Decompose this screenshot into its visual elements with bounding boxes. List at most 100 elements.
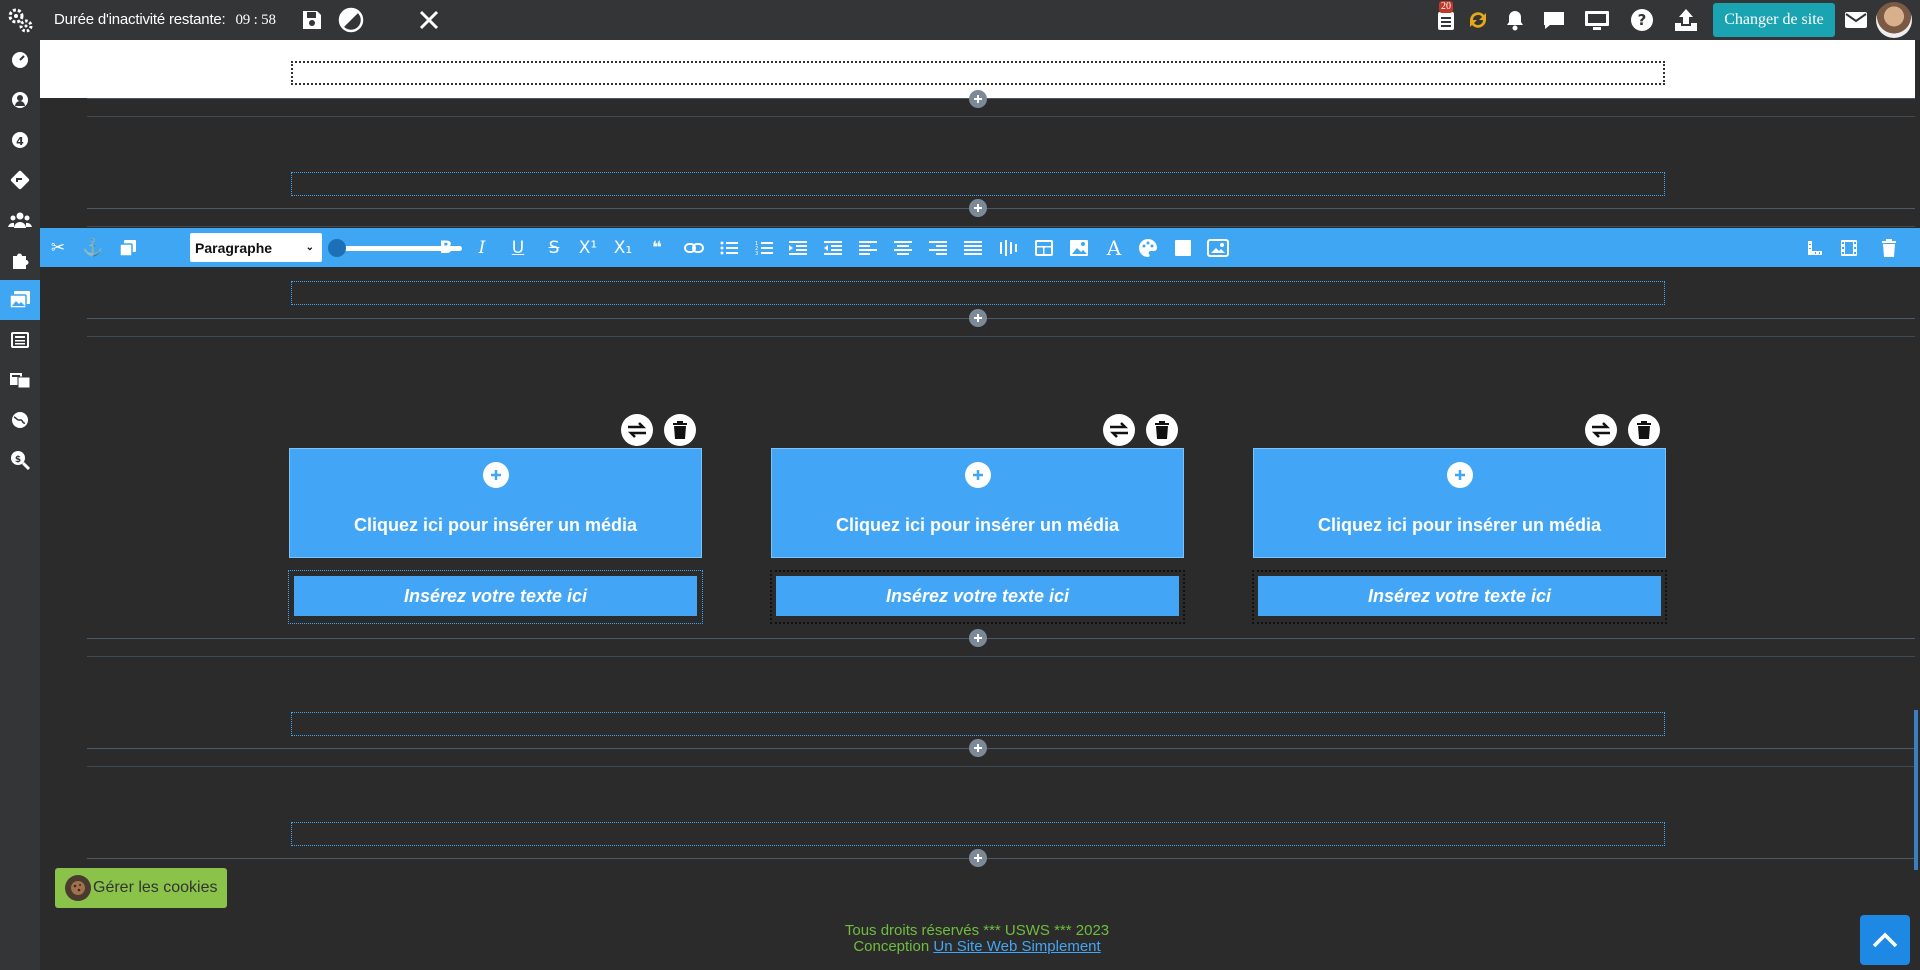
add-section-icon[interactable] xyxy=(969,199,987,217)
add-section-icon[interactable] xyxy=(969,629,987,647)
scroll-to-top-button[interactable] xyxy=(1860,915,1910,965)
text-placeholder[interactable]: Insérez votre texte ici xyxy=(1258,576,1661,616)
text-placeholder[interactable]: Insérez votre texte ici xyxy=(294,576,697,616)
delete-block-icon[interactable] xyxy=(1878,237,1900,259)
superscript-icon[interactable]: X¹ xyxy=(577,237,599,259)
trash-icon[interactable] xyxy=(664,414,696,446)
outdent-icon[interactable] xyxy=(822,237,844,259)
newspaper-icon[interactable] xyxy=(0,320,40,360)
text-zone[interactable]: Insérez votre texte ici xyxy=(288,570,703,624)
puzzle-icon[interactable] xyxy=(0,240,40,280)
film-icon[interactable] xyxy=(1838,237,1860,259)
text-editor-toolbar: ✂ ⚓ Paragraphe ⌄ B I U S X¹ X₁ ❝ 123 A xyxy=(40,228,1920,267)
strikethrough-icon[interactable]: S xyxy=(543,237,565,259)
align-left-icon[interactable] xyxy=(857,237,879,259)
notification-badge: 20 xyxy=(1439,1,1453,13)
italic-icon[interactable]: I xyxy=(471,237,493,259)
editable-zone[interactable] xyxy=(291,281,1665,305)
anchor-icon[interactable]: ⚓ xyxy=(82,237,104,259)
media-label: Cliquez ici pour insérer un média xyxy=(353,515,638,535)
background-color-icon[interactable] xyxy=(1172,237,1194,259)
add-section-icon[interactable] xyxy=(969,309,987,327)
tasks-icon[interactable]: 20 xyxy=(1430,1,1462,36)
align-center-icon[interactable] xyxy=(892,237,914,259)
align-right-icon[interactable] xyxy=(927,237,949,259)
numbered-list-icon[interactable]: 123 xyxy=(753,237,775,259)
ruler-icon[interactable] xyxy=(1804,237,1826,259)
globe-icon[interactable] xyxy=(0,400,40,440)
section-divider xyxy=(87,748,1915,749)
link-icon[interactable] xyxy=(683,237,705,259)
mail-icon[interactable] xyxy=(1840,4,1872,36)
gallery-icon[interactable] xyxy=(1207,237,1229,259)
chevron-down-icon: ⌄ xyxy=(305,242,314,253)
media-label: Cliquez ici pour insérer un média xyxy=(835,515,1120,535)
bullet-list-icon[interactable] xyxy=(718,237,740,259)
footer-conception: Conception Un Site Web Simplement xyxy=(0,938,1920,955)
bold-icon[interactable]: B xyxy=(435,237,457,259)
user-avatar[interactable] xyxy=(1876,2,1912,38)
align-justify-icon[interactable] xyxy=(962,237,984,259)
paragraph-format-value: Paragraphe xyxy=(195,239,273,256)
columns-icon[interactable] xyxy=(997,237,1019,259)
editable-zone[interactable] xyxy=(291,822,1665,846)
change-site-button[interactable]: Changer de site xyxy=(1713,3,1835,37)
editable-zone[interactable] xyxy=(291,172,1665,196)
svg-text:3: 3 xyxy=(755,251,758,256)
paragraph-format-select[interactable]: Paragraphe ⌄ xyxy=(190,233,322,262)
cut-icon[interactable]: ✂ xyxy=(47,237,69,259)
indent-icon[interactable] xyxy=(787,237,809,259)
image-edit-icon[interactable] xyxy=(1068,237,1090,259)
media-placeholder[interactable]: Cliquez ici pour insérer un média xyxy=(289,448,702,558)
desktop-icon[interactable] xyxy=(1581,4,1613,36)
text-zone[interactable]: Insérez votre texte ici xyxy=(770,570,1185,624)
scrollbar[interactable] xyxy=(1914,710,1918,870)
sync-icon[interactable] xyxy=(1462,4,1494,36)
subscript-icon[interactable]: X₁ xyxy=(612,237,634,259)
manage-cookies-button[interactable]: Gérer les cookies xyxy=(55,868,227,908)
text-zone[interactable]: Insérez votre texte ici xyxy=(1252,570,1667,624)
add-section-icon[interactable] xyxy=(969,849,987,867)
chat-icon[interactable] xyxy=(1538,4,1570,36)
conception-link[interactable]: Un Site Web Simplement xyxy=(933,938,1100,955)
text-placeholder[interactable]: Insérez votre texte ici xyxy=(776,576,1179,616)
users-group-icon[interactable] xyxy=(0,200,40,240)
settings-gears-icon[interactable] xyxy=(0,0,40,40)
header-editable-zone[interactable] xyxy=(291,61,1665,85)
media-placeholder[interactable]: Cliquez ici pour insérer un média xyxy=(1253,448,1666,558)
svg-text:4: 4 xyxy=(16,135,24,148)
add-section-icon[interactable] xyxy=(969,90,987,108)
copy-icon[interactable] xyxy=(117,237,139,259)
add-media-icon[interactable] xyxy=(1446,462,1473,488)
add-section-icon[interactable] xyxy=(969,739,987,757)
upload-icon[interactable] xyxy=(1670,4,1702,36)
seo-icon[interactable]: 4 xyxy=(0,120,40,160)
help-icon[interactable]: ? xyxy=(1626,4,1658,36)
search-analytics-icon[interactable]: $ xyxy=(0,440,40,480)
user-icon[interactable] xyxy=(0,80,40,120)
editable-zone[interactable] xyxy=(291,712,1665,736)
bell-icon[interactable] xyxy=(1499,4,1531,36)
table-icon[interactable] xyxy=(1033,237,1055,259)
trash-icon[interactable] xyxy=(1146,414,1178,446)
add-media-icon[interactable] xyxy=(482,462,509,488)
slider-handle[interactable] xyxy=(328,239,346,257)
media-gallery-icon[interactable] xyxy=(0,280,40,320)
add-media-icon[interactable] xyxy=(964,462,991,488)
underline-icon[interactable]: U xyxy=(507,237,529,259)
dashboard-icon[interactable] xyxy=(0,40,40,80)
sidebar: 4 $ xyxy=(0,40,40,970)
swap-icon[interactable] xyxy=(1103,414,1135,446)
swap-icon[interactable] xyxy=(1585,414,1617,446)
shop-icon[interactable] xyxy=(0,360,40,400)
close-icon[interactable] xyxy=(413,4,445,36)
contrast-icon[interactable] xyxy=(335,4,367,36)
font-icon[interactable]: A xyxy=(1103,236,1125,260)
palette-icon[interactable] xyxy=(1137,237,1159,259)
media-placeholder[interactable]: Cliquez ici pour insérer un média xyxy=(771,448,1184,558)
save-icon[interactable] xyxy=(296,4,328,36)
swap-icon[interactable] xyxy=(621,414,653,446)
directions-icon[interactable] xyxy=(0,160,40,200)
trash-icon[interactable] xyxy=(1628,414,1660,446)
quote-icon[interactable]: ❝ xyxy=(646,237,668,259)
